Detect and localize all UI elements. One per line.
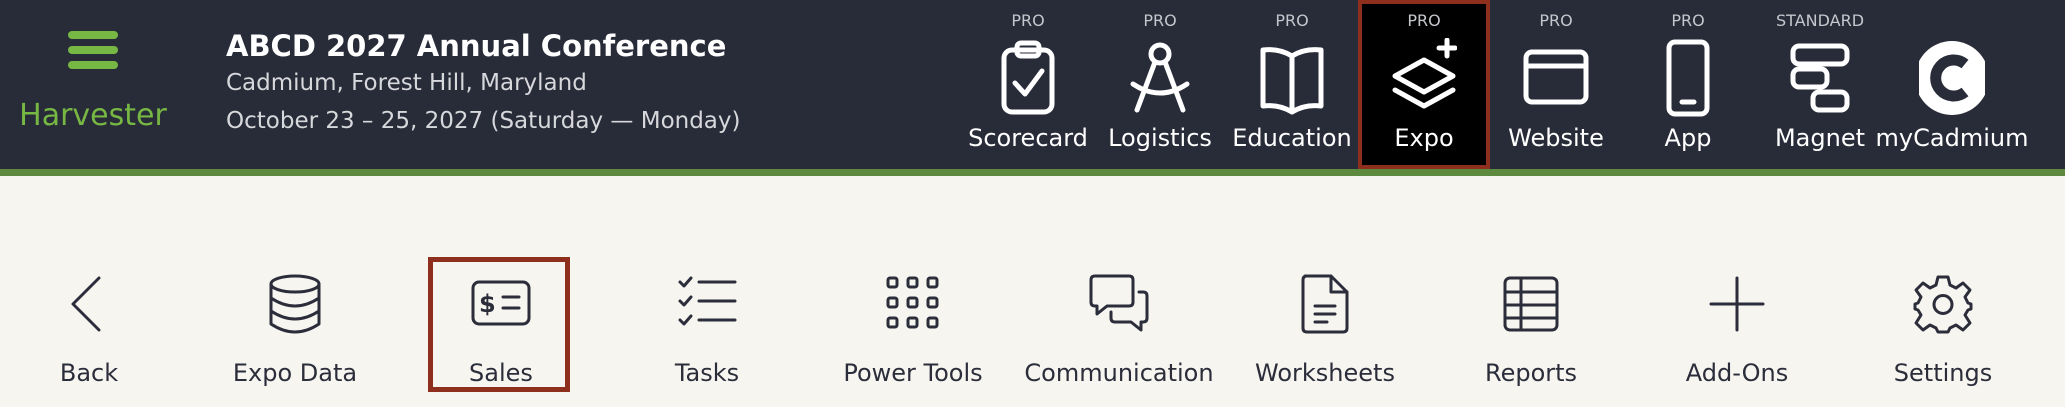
plus-icon (1707, 274, 1767, 334)
app-name: Harvester (19, 98, 167, 133)
product-label: myCadmium (1875, 124, 2029, 152)
checklist-icon (677, 274, 737, 334)
compass-icon (1127, 38, 1193, 118)
document-icon (1295, 274, 1355, 334)
flow-blocks-icon (1787, 38, 1853, 118)
hamburger-menu-icon[interactable] (68, 31, 118, 69)
tool-label: Add-Ons (1685, 359, 1789, 387)
tool-label: Tasks (674, 359, 740, 387)
gear-icon (1913, 274, 1973, 334)
product-tier: PRO (1275, 11, 1309, 30)
tool-label: Worksheets (1255, 359, 1395, 387)
top-header: Harvester ABCD 2027 Annual Conference Ca… (0, 0, 2065, 169)
layers-plus-icon (1391, 37, 1458, 118)
tool-label: Settings (1893, 359, 1993, 387)
tool-label: Expo Data (232, 359, 358, 387)
expo-toolbar: Back Expo Data $ Sales Tasks Power Tools… (0, 250, 2065, 407)
event-location: Cadmium, Forest Hill, Maryland (226, 70, 587, 96)
browser-window-icon (1523, 38, 1589, 118)
tasks-button[interactable]: Tasks (632, 262, 782, 407)
reports-button[interactable]: Reports (1456, 262, 1606, 407)
back-button[interactable]: Back (14, 262, 164, 407)
open-book-icon (1259, 38, 1325, 118)
grid-dots-icon (883, 274, 943, 334)
tool-label: Sales (469, 359, 533, 387)
tool-label: Reports (1484, 359, 1578, 387)
tool-label: Communication (1024, 359, 1214, 387)
product-mycadmium[interactable]: myCadmium (1876, 0, 2028, 169)
communication-button[interactable]: Communication (1024, 262, 1214, 407)
event-info: ABCD 2027 Annual Conference Cadmium, For… (226, 28, 741, 140)
product-tier: PRO (1011, 11, 1045, 30)
product-tier: STANDARD (1775, 11, 1865, 30)
chevron-left-icon (59, 274, 119, 334)
cadmium-logo-icon (1915, 38, 1989, 118)
settings-button[interactable]: Settings (1868, 262, 2018, 407)
svg-text:$: $ (479, 290, 496, 318)
event-title: ABCD 2027 Annual Conference (226, 29, 727, 63)
expo-data-button[interactable]: Expo Data (220, 262, 370, 407)
sales-button[interactable]: $ Sales (426, 262, 576, 407)
product-tier: PRO (1407, 11, 1441, 30)
product-tier: PRO (1539, 11, 1573, 30)
brand-area: Harvester (0, 0, 186, 169)
product-tier: PRO (1671, 11, 1705, 30)
add-ons-button[interactable]: Add-Ons (1662, 262, 1812, 407)
mobile-phone-icon (1655, 38, 1721, 118)
chat-bubbles-icon (1089, 274, 1149, 334)
worksheets-button[interactable]: Worksheets (1250, 262, 1400, 407)
product-tier: PRO (1143, 11, 1177, 30)
tool-label: Back (59, 359, 119, 387)
clipboard-check-icon (995, 38, 1061, 118)
header-accent-bar (0, 169, 2065, 176)
tool-label: Power Tools (843, 359, 983, 387)
power-tools-button[interactable]: Power Tools (838, 262, 988, 407)
dollar-ticket-icon: $ (471, 274, 531, 334)
event-dates: October 23 – 25, 2027 (Saturday — Monday… (226, 108, 741, 134)
table-icon (1501, 274, 1561, 334)
database-icon (265, 274, 325, 334)
